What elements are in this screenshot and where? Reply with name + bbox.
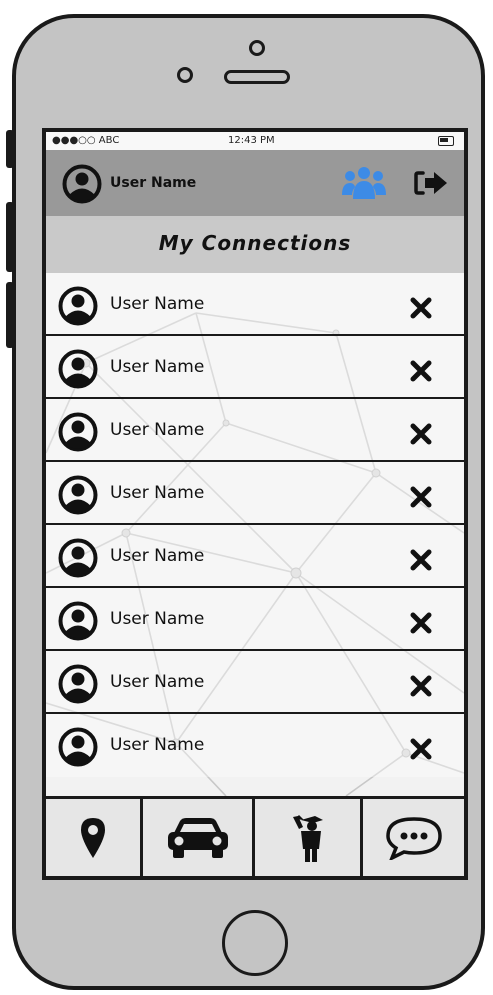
user-name: User Name [110, 546, 205, 566]
avatar [58, 664, 98, 708]
battery-icon [438, 136, 454, 146]
close-icon[interactable] [410, 549, 432, 571]
avatar [58, 412, 98, 456]
group-icon [342, 167, 386, 199]
list-item[interactable]: User Name [46, 399, 464, 462]
header-user-name: User Name [110, 175, 197, 191]
user-icon [58, 412, 98, 452]
car-icon [167, 817, 228, 858]
user-name: User Name [110, 294, 205, 314]
user-icon [58, 475, 98, 515]
user-name: User Name [110, 735, 205, 755]
status-time: 12:43 PM [228, 135, 275, 146]
user-name: User Name [110, 483, 205, 503]
list-item[interactable]: User Name [46, 525, 464, 588]
tab-chat[interactable] [363, 799, 464, 876]
list-item[interactable]: User Name [46, 714, 464, 777]
home-button[interactable] [222, 910, 288, 976]
chat-bubble-icon [385, 816, 442, 860]
avatar [58, 538, 98, 582]
camera [249, 40, 265, 56]
avatar [58, 349, 98, 393]
user-icon [62, 164, 102, 204]
tab-car[interactable] [143, 799, 255, 876]
user-icon [58, 664, 98, 704]
list-item[interactable]: User Name [46, 336, 464, 399]
close-icon[interactable] [410, 738, 432, 760]
user-icon [58, 286, 98, 326]
list-item[interactable]: User Name [46, 273, 464, 336]
close-icon[interactable] [410, 360, 432, 382]
avatar[interactable] [62, 164, 102, 208]
tab-bar [46, 796, 464, 876]
title-bar: My Connections [46, 216, 464, 273]
user-icon [58, 538, 98, 578]
tab-map[interactable] [46, 799, 143, 876]
avatar [58, 727, 98, 771]
graduate-icon [292, 814, 323, 862]
close-icon[interactable] [410, 297, 432, 319]
close-icon[interactable] [410, 486, 432, 508]
screen: ●●●○○ ABC 12:43 PM User Name My Connecti… [42, 128, 468, 880]
avatar [58, 475, 98, 519]
user-icon [58, 601, 98, 641]
avatar [58, 601, 98, 645]
group-icon[interactable] [342, 164, 386, 204]
app-header: User Name [46, 150, 464, 216]
tab-graduate[interactable] [255, 799, 363, 876]
user-name: User Name [110, 357, 205, 377]
user-icon [58, 727, 98, 767]
list-item[interactable]: User Name [46, 588, 464, 651]
map-marker-icon [81, 817, 105, 858]
close-icon[interactable] [410, 675, 432, 697]
user-icon [58, 349, 98, 389]
close-icon[interactable] [410, 423, 432, 445]
speaker [224, 70, 290, 84]
user-name: User Name [110, 420, 205, 440]
avatar [58, 286, 98, 330]
connections-list: User Name User Name User Name User Name … [46, 273, 464, 796]
sign-out-icon[interactable] [414, 170, 448, 200]
side-button [6, 282, 14, 348]
side-button [6, 202, 14, 272]
sign-out-icon [414, 171, 447, 195]
close-icon[interactable] [410, 612, 432, 634]
carrier-label: ●●●○○ ABC [52, 135, 120, 146]
side-button [6, 130, 14, 168]
list-item[interactable]: User Name [46, 462, 464, 525]
user-name: User Name [110, 609, 205, 629]
status-bar: ●●●○○ ABC 12:43 PM [46, 132, 464, 150]
page-title: My Connections [158, 231, 352, 255]
list-item[interactable]: User Name [46, 651, 464, 714]
user-name: User Name [110, 672, 205, 692]
sensor [177, 67, 193, 83]
